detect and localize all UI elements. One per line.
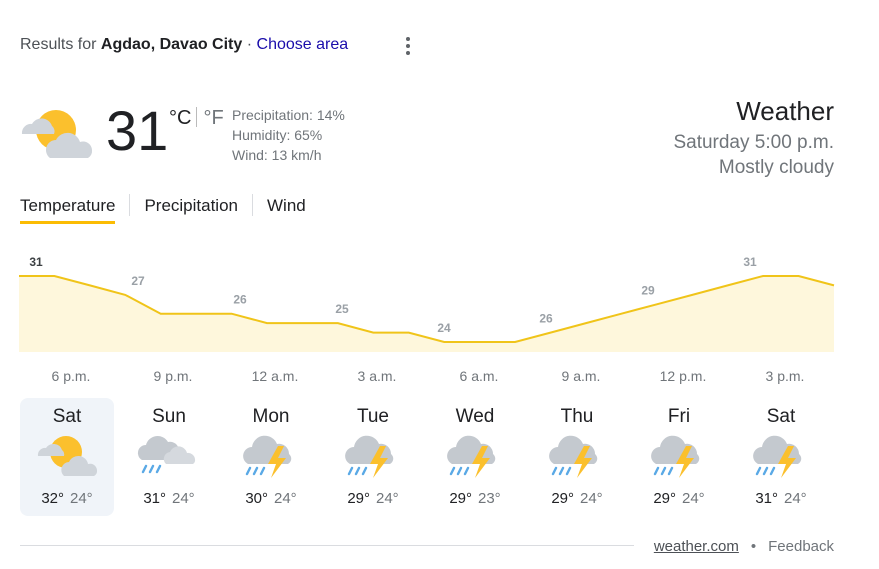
data-label: 29 xyxy=(641,283,655,297)
time-tick-label: 3 p.m. xyxy=(765,368,805,384)
high-temp: 31° xyxy=(143,490,166,507)
forecast-day-1[interactable]: Sat 32° 24° xyxy=(20,398,114,516)
high-temp: 31° xyxy=(755,490,778,507)
thunderstorm-icon xyxy=(544,430,610,480)
time-tick-label: 3 a.m. xyxy=(357,368,397,384)
thunderstorm-icon xyxy=(442,430,508,480)
metric-tabs: Temperature Precipitation Wind xyxy=(20,194,306,228)
weather-title: Weather xyxy=(736,96,834,126)
current-stats: Precipitation: 14% Humidity: 65% Wind: 1… xyxy=(232,105,345,165)
day-temps: 31° 24° xyxy=(122,490,216,507)
day-name: Wed xyxy=(455,406,495,427)
low-temp: 24° xyxy=(172,490,195,507)
thunderstorm-icon xyxy=(748,430,814,480)
precipitation-stat: Precipitation: 14% xyxy=(232,107,345,123)
showers-icon xyxy=(136,430,202,480)
day-temps: 29° 23° xyxy=(428,490,522,507)
results-line: Results for Agdao, Davao City · Choose a… xyxy=(20,36,348,54)
day-temps: 29° 24° xyxy=(530,490,624,507)
thunderstorm-icon xyxy=(646,430,712,480)
data-label: 24 xyxy=(437,321,451,335)
day-temps: 31° 24° xyxy=(734,490,828,507)
day-name: Mon xyxy=(252,406,290,427)
forecast-day-2[interactable]: Sun 31° 24° xyxy=(122,398,216,516)
high-temp: 29° xyxy=(551,490,574,507)
current-condition: Mostly cloudy xyxy=(718,157,834,178)
low-temp: 24° xyxy=(682,490,705,507)
low-temp: 24° xyxy=(70,490,93,507)
forecast-day-3[interactable]: Mon 30° 24° xyxy=(224,398,318,516)
current-temperature: 31 xyxy=(106,99,169,162)
data-label: 31 xyxy=(743,255,757,269)
low-temp: 23° xyxy=(478,490,501,507)
high-temp: 30° xyxy=(245,490,268,507)
partly-sunny-icon xyxy=(34,430,100,480)
forecast-day-6[interactable]: Thu 29° 24° xyxy=(530,398,624,516)
day-name: Fri xyxy=(667,406,691,427)
forecast-day-4[interactable]: Tue 29° 24° xyxy=(326,398,420,516)
separator: · xyxy=(246,36,253,53)
forecast-day-5[interactable]: Wed 29° 23° xyxy=(428,398,522,516)
time-tick-label: 12 p.m. xyxy=(659,368,707,384)
low-temp: 24° xyxy=(274,490,297,507)
footer-dot: • xyxy=(750,538,757,555)
high-temp: 32° xyxy=(41,490,64,507)
wind-stat: Wind: 13 km/h xyxy=(232,147,322,163)
results-prefix: Results for xyxy=(20,36,97,53)
data-label: 26 xyxy=(233,293,247,307)
day-name: Sun xyxy=(152,406,186,427)
more-options-icon[interactable] xyxy=(398,34,418,58)
time-tick-label: 9 a.m. xyxy=(561,368,601,384)
choose-area-link[interactable]: Choose area xyxy=(257,36,349,53)
weather-summary: Saturday 5:00 p.m. Mostly cloudy xyxy=(673,130,834,180)
divider xyxy=(20,545,634,546)
tab-wind[interactable]: Wind xyxy=(267,194,306,224)
source-link[interactable]: weather.com xyxy=(654,538,739,555)
low-temp: 24° xyxy=(784,490,807,507)
current-datetime: Saturday 5:00 p.m. xyxy=(673,132,834,153)
celsius-toggle[interactable]: °C xyxy=(169,107,191,129)
location-name: Agdao, Davao City xyxy=(100,36,243,53)
time-tick-label: 12 a.m. xyxy=(251,368,299,384)
day-temps: 32° 24° xyxy=(20,490,114,507)
day-temps: 29° 24° xyxy=(632,490,726,507)
tab-precipitation[interactable]: Precipitation xyxy=(144,194,238,224)
high-temp: 29° xyxy=(449,490,472,507)
fahrenheit-toggle[interactable]: °F xyxy=(203,107,223,129)
time-axis: 6 p.m. 9 p.m. 12 a.m. 3 a.m. 6 a.m. 9 a.m. 12 … xyxy=(20,368,836,388)
unit-switch: °C °F xyxy=(169,107,224,130)
data-label: 27 xyxy=(131,274,145,288)
forecast-day-7[interactable]: Fri 29° 24° xyxy=(632,398,726,516)
day-name: Sat xyxy=(766,406,796,427)
day-name: Thu xyxy=(560,406,594,427)
high-temp: 29° xyxy=(653,490,676,507)
data-label: 31 xyxy=(29,255,43,269)
footer: weather.com • Feedback xyxy=(654,538,834,555)
data-label: 25 xyxy=(335,302,349,316)
low-temp: 24° xyxy=(376,490,399,507)
time-tick-label: 6 p.m. xyxy=(51,368,91,384)
time-tick-label: 9 p.m. xyxy=(153,368,193,384)
forecast-day-8[interactable]: Sat 31° 24° xyxy=(734,398,828,516)
high-temp: 29° xyxy=(347,490,370,507)
data-label: 26 xyxy=(539,312,553,326)
humidity-stat: Humidity: 65% xyxy=(232,127,323,143)
day-temps: 30° 24° xyxy=(224,490,318,507)
feedback-link[interactable]: Feedback xyxy=(768,538,834,555)
day-name: Tue xyxy=(356,406,390,427)
mostly-cloudy-icon xyxy=(20,104,96,164)
thunderstorm-icon xyxy=(340,430,406,480)
time-tick-label: 6 a.m. xyxy=(459,368,499,384)
daily-forecast: Sat 32° 24° Sun 31° 24° Mon 30° 24° Tue 29° 24° Wed 2… xyxy=(20,398,836,518)
low-temp: 24° xyxy=(580,490,603,507)
day-temps: 29° 24° xyxy=(326,490,420,507)
tab-temperature[interactable]: Temperature xyxy=(20,194,116,224)
thunderstorm-icon xyxy=(238,430,304,480)
day-name: Sat xyxy=(52,406,82,427)
